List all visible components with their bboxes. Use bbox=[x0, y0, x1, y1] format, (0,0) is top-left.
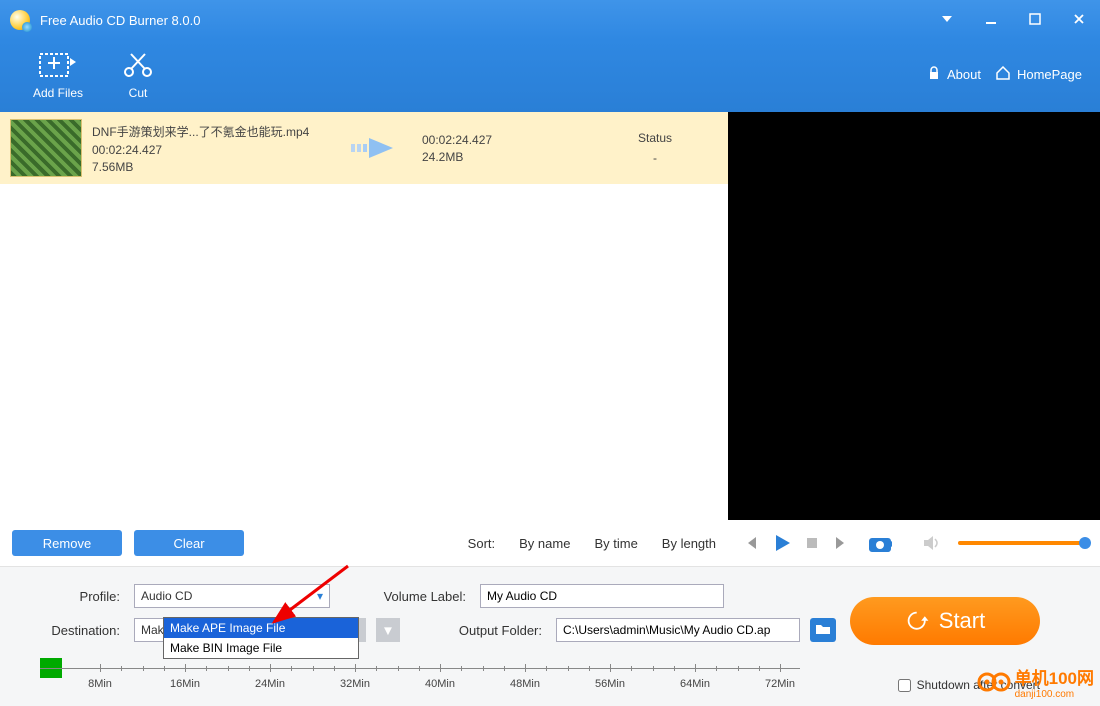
output-folder-input[interactable] bbox=[556, 618, 800, 642]
file-list: DNF手游策划来学...了不氪金也能玩.mp4 00:02:24.427 7.5… bbox=[0, 112, 728, 566]
preview-panel bbox=[728, 112, 1100, 566]
timeline-tick-label: 48Min bbox=[510, 678, 540, 690]
lock-icon bbox=[927, 66, 941, 83]
sort-by-name[interactable]: By name bbox=[519, 536, 570, 551]
add-files-icon bbox=[38, 48, 78, 82]
shutdown-checkbox-row[interactable]: Shutdown after convert bbox=[898, 678, 1040, 692]
cut-label: Cut bbox=[129, 86, 148, 100]
chevron-down-icon: ▾ bbox=[317, 589, 323, 603]
scissors-icon bbox=[121, 48, 155, 82]
volume-label-input[interactable] bbox=[480, 584, 724, 608]
window-maximize-button[interactable] bbox=[1022, 12, 1048, 29]
toolbar: Add Files Cut About HomePage bbox=[0, 40, 1100, 112]
status-value: - bbox=[592, 151, 718, 165]
volume-icon[interactable] bbox=[922, 535, 940, 551]
prev-track-button[interactable] bbox=[742, 534, 760, 552]
homepage-link[interactable]: HomePage bbox=[995, 66, 1082, 83]
profile-combo[interactable]: Audio CD ▾ bbox=[134, 584, 330, 608]
timeline-tick-label: 24Min bbox=[255, 678, 285, 690]
list-actions: Remove Clear Sort: By name By time By le… bbox=[0, 520, 728, 566]
profile-value: Audio CD bbox=[141, 589, 317, 603]
volume-slider[interactable] bbox=[958, 541, 1086, 545]
stop-button[interactable] bbox=[804, 535, 820, 551]
capacity-timeline: 8Min 16Min 24Min 32Min 40Min 48Min 56Min 64Min 7… bbox=[40, 654, 800, 696]
convert-arrow-icon bbox=[342, 134, 412, 162]
clear-button[interactable]: Clear bbox=[134, 530, 244, 556]
cut-button[interactable]: Cut bbox=[98, 48, 178, 100]
start-label: Start bbox=[939, 608, 985, 634]
next-track-button[interactable] bbox=[832, 534, 850, 552]
browse-button[interactable] bbox=[810, 618, 836, 642]
timeline-tick-label: 16Min bbox=[170, 678, 200, 690]
sort-label: Sort: bbox=[468, 536, 495, 551]
app-title: Free Audio CD Burner 8.0.0 bbox=[40, 13, 934, 28]
file-thumbnail bbox=[10, 119, 82, 177]
shutdown-label: Shutdown after convert bbox=[917, 678, 1040, 692]
output-folder-label: Output Folder: bbox=[446, 623, 542, 638]
remove-button[interactable]: Remove bbox=[12, 530, 122, 556]
file-dst-duration: 00:02:24.427 bbox=[422, 133, 582, 147]
timeline-tick-label: 56Min bbox=[595, 678, 625, 690]
status-header: Status bbox=[592, 131, 718, 145]
destination-dropdown[interactable]: Make APE Image File Make BIN Image File bbox=[163, 617, 359, 659]
timeline-tick-label: 32Min bbox=[340, 678, 370, 690]
file-dst-size: 24.2MB bbox=[422, 150, 582, 164]
add-files-label: Add Files bbox=[33, 86, 83, 100]
timeline-tick-label: 72Min bbox=[765, 678, 795, 690]
window-dropdown-button[interactable] bbox=[934, 12, 960, 29]
destination-label: Destination: bbox=[40, 623, 120, 638]
about-link[interactable]: About bbox=[927, 66, 981, 83]
file-row[interactable]: DNF手游策划来学...了不氪金也能玩.mp4 00:02:24.427 7.5… bbox=[0, 112, 728, 184]
start-button[interactable]: Start bbox=[850, 597, 1040, 645]
home-icon bbox=[995, 66, 1011, 83]
move-down-button[interactable]: ▼ bbox=[376, 618, 400, 642]
video-preview[interactable] bbox=[728, 112, 1100, 520]
refresh-icon bbox=[905, 609, 929, 633]
volume-label-label: Volume Label: bbox=[376, 589, 466, 604]
sort-by-length[interactable]: By length bbox=[662, 536, 716, 551]
snapshot-button[interactable] bbox=[868, 533, 894, 553]
timeline-tick-label: 64Min bbox=[680, 678, 710, 690]
window-close-button[interactable] bbox=[1066, 12, 1092, 29]
shutdown-checkbox[interactable] bbox=[898, 679, 911, 692]
destination-option-1[interactable]: Make BIN Image File bbox=[164, 638, 358, 658]
timeline-tick-label: 40Min bbox=[425, 678, 455, 690]
homepage-label: HomePage bbox=[1017, 67, 1082, 82]
about-label: About bbox=[947, 67, 981, 82]
file-src-duration: 00:02:24.427 bbox=[92, 143, 332, 157]
titlebar: Free Audio CD Burner 8.0.0 bbox=[0, 0, 1100, 40]
window-minimize-button[interactable] bbox=[978, 12, 1004, 29]
timeline-tick-label: 8Min bbox=[88, 678, 112, 690]
file-name: DNF手游策划来学...了不氪金也能玩.mp4 bbox=[92, 123, 332, 140]
play-button[interactable] bbox=[772, 533, 792, 553]
file-src-size: 7.56MB bbox=[92, 160, 332, 174]
add-files-button[interactable]: Add Files bbox=[18, 48, 98, 100]
sort-by-time[interactable]: By time bbox=[594, 536, 637, 551]
app-icon bbox=[10, 10, 30, 30]
profile-label: Profile: bbox=[40, 589, 120, 604]
destination-option-0[interactable]: Make APE Image File bbox=[164, 618, 358, 638]
